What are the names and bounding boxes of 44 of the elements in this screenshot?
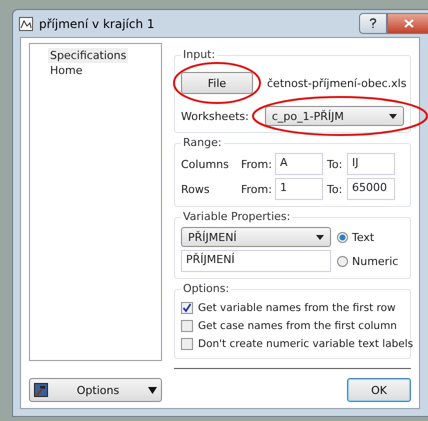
radio-label: Text (352, 230, 374, 244)
checkbox-label: Get variable names from the first row (198, 302, 396, 314)
close-icon (404, 19, 414, 28)
window-title: příjmení v krajích 1 (39, 16, 155, 30)
to-field[interactable]: 65000 (347, 178, 395, 200)
range-label: Columns (181, 158, 230, 170)
range-label: Rows (181, 182, 211, 196)
help-icon (369, 18, 377, 29)
close-button[interactable] (387, 13, 428, 34)
hammer-icon (34, 383, 48, 397)
worksheets-label: Worksheets: (181, 110, 249, 122)
radio-button[interactable] (337, 256, 348, 266)
radio-button[interactable] (337, 232, 348, 242)
file-button[interactable]: File (181, 72, 253, 94)
from-field[interactable]: 1 (275, 178, 323, 200)
sidebar-item[interactable]: Specifications (48, 48, 128, 63)
from-label: From: (241, 182, 273, 196)
worksheet-dropdown[interactable]: c_po_1-PŘÍJM (264, 106, 404, 126)
group-legend: Options: (181, 282, 232, 295)
group-legend: Range: (181, 136, 224, 149)
checkbox-label: Get case names from the first column (198, 320, 397, 332)
checkbox[interactable] (181, 338, 193, 350)
group-legend: Variable Properties: (181, 210, 292, 223)
options-button[interactable]: Options (29, 378, 162, 402)
caret-icon (316, 234, 324, 240)
chart-icon (19, 16, 33, 30)
to-label: To: (326, 182, 344, 196)
file-name: četnost-příjmení-obec.xls (267, 76, 406, 90)
caret-icon (389, 114, 397, 118)
to-field[interactable]: IJ (347, 153, 395, 175)
from-field[interactable]: A (275, 153, 323, 175)
radio-label: Numeric (352, 254, 398, 268)
to-label: To: (326, 158, 344, 170)
help-button[interactable] (359, 13, 387, 34)
checkbox[interactable] (181, 302, 193, 314)
checkbox[interactable] (181, 320, 193, 332)
dropdown-icon (148, 386, 157, 394)
group-legend: Input: (181, 48, 218, 61)
checkbox-label: Don't create numeric variable text labels (198, 338, 414, 350)
from-label: From: (241, 158, 273, 170)
variable-name-field[interactable]: PŘÍJMENÍ (181, 250, 331, 272)
sidebar-item[interactable]: Home (48, 63, 84, 78)
variable-dropdown[interactable]: PŘÍJMENÍ (181, 227, 331, 247)
ok-button[interactable]: OK (347, 378, 411, 402)
